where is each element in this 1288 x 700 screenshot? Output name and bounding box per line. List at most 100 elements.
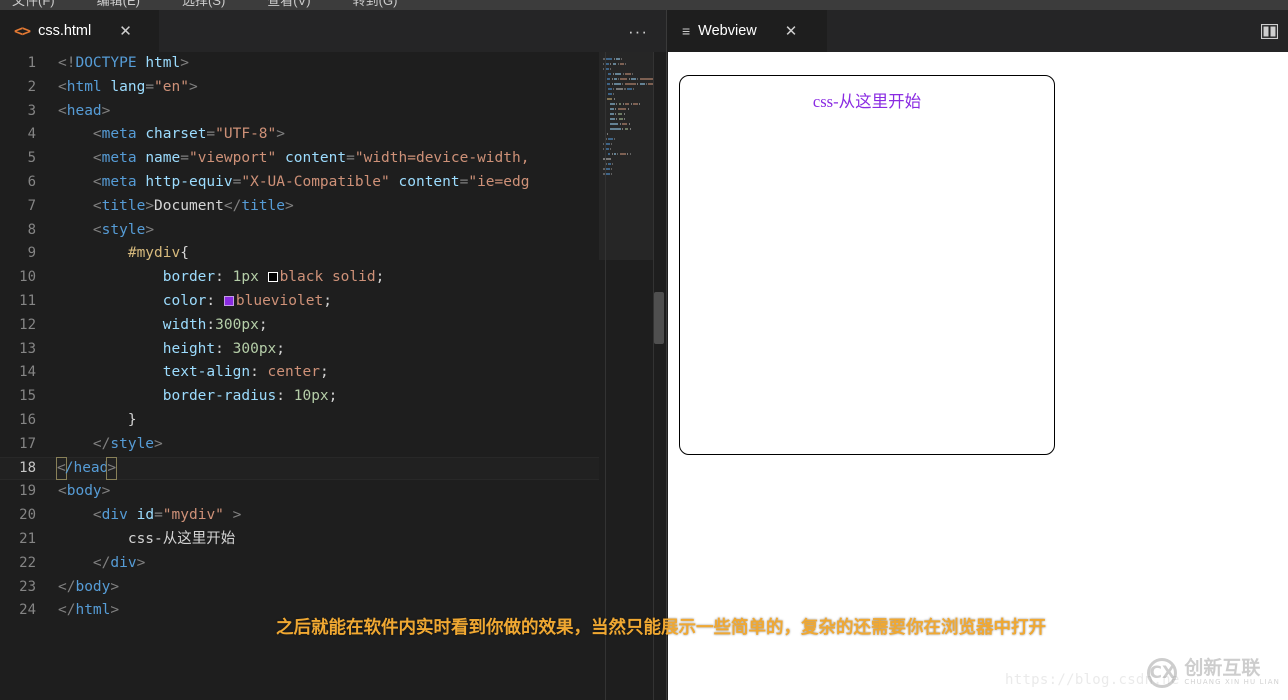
code-token: > <box>107 458 116 479</box>
split-editor-layout-icon[interactable] <box>1256 19 1282 43</box>
code-line[interactable]: 16 } <box>0 409 600 433</box>
menu-item-goto[interactable]: 转到(G) <box>347 0 404 7</box>
code-token: solid <box>332 269 376 285</box>
code-token: > <box>102 483 111 499</box>
tab-css-html[interactable]: <> css.html ✕ <box>0 10 160 52</box>
code-token: style <box>102 222 146 238</box>
more-actions-icon[interactable]: ··· <box>628 23 648 40</box>
line-number: 22 <box>0 552 58 576</box>
code-line[interactable]: 9 #mydiv{ <box>0 242 600 266</box>
code-token: = <box>346 150 355 166</box>
code-text: <body> <box>58 480 110 504</box>
menu-item-view[interactable]: 查看(V) <box>261 0 316 7</box>
code-text: <style> <box>58 219 154 243</box>
code-token: html <box>67 79 102 95</box>
minimap-slider[interactable] <box>599 52 653 260</box>
editor-group-right: ≡ Webview ✕ css-从这里开始 <box>668 10 1288 700</box>
line-number: 12 <box>0 314 58 338</box>
menu-item-edit[interactable]: 编辑(E) <box>91 0 146 7</box>
code-token: > <box>233 507 242 523</box>
line-number: 24 <box>0 599 58 623</box>
line-number: 2 <box>0 76 58 100</box>
code-token: < <box>93 222 102 238</box>
code-line[interactable]: 8 <style> <box>0 219 600 243</box>
code-line[interactable]: 5 <meta name="viewport" content="width=d… <box>0 147 600 171</box>
code-token: body <box>75 579 110 595</box>
code-line[interactable]: 22 </div> <box>0 552 600 576</box>
code-text: <html lang="en"> <box>58 76 198 100</box>
code-line[interactable]: 23</body> <box>0 576 600 600</box>
menu-bar: 文件(F) 编辑(E) 选择(S) 查看(V) 转到(G) <box>0 0 1288 10</box>
code-line[interactable]: 3<head> <box>0 100 600 124</box>
code-token: ; <box>276 341 285 357</box>
close-icon[interactable]: ✕ <box>785 24 798 39</box>
code-token <box>58 317 163 333</box>
code-token: 300px <box>233 341 277 357</box>
code-token <box>58 126 93 142</box>
code-text: } <box>58 409 137 433</box>
close-icon[interactable]: ✕ <box>119 24 132 39</box>
line-number: 5 <box>0 147 58 171</box>
code-line[interactable]: 6 <meta http-equiv="X-UA-Compatible" con… <box>0 171 600 195</box>
code-line[interactable]: 14 text-align: center; <box>0 361 600 385</box>
code-line[interactable]: 24</html> <box>0 599 600 623</box>
code-token: meta <box>102 174 137 190</box>
code-text: </div> <box>58 552 145 576</box>
code-token: > <box>189 79 198 95</box>
code-line[interactable]: 10 border: 1px black solid; <box>0 266 600 290</box>
line-number: 8 <box>0 219 58 243</box>
code-text: </head> <box>58 457 115 481</box>
editor-vertical-scrollbar[interactable] <box>654 292 664 344</box>
code-token: </ <box>93 436 110 452</box>
code-token: meta <box>102 126 137 142</box>
code-token: } <box>128 412 137 428</box>
code-line[interactable]: 11 color: blueviolet; <box>0 290 600 314</box>
code-token: div <box>102 507 128 523</box>
code-token: id <box>137 507 154 523</box>
code-token: ; <box>329 388 338 404</box>
code-line[interactable]: 13 height: 300px; <box>0 338 600 362</box>
code-token: "viewport" <box>189 150 276 166</box>
code-line[interactable]: 21 css-从这里开始 <box>0 528 600 552</box>
line-number: 6 <box>0 171 58 195</box>
code-line[interactable]: 2<html lang="en"> <box>0 76 600 100</box>
code-token: = <box>206 126 215 142</box>
menu-item-file[interactable]: 文件(F) <box>6 0 61 7</box>
code-token: : <box>215 341 232 357</box>
editor-right-border <box>653 52 654 700</box>
code-token <box>323 269 332 285</box>
tab-webview[interactable]: ≡ Webview ✕ <box>668 10 828 52</box>
line-number: 4 <box>0 123 58 147</box>
line-number: 17 <box>0 433 58 457</box>
line-number: 10 <box>0 266 58 290</box>
code-token: < <box>58 103 67 119</box>
webview-content[interactable]: css-从这里开始 <box>668 52 1288 700</box>
code-token: 300px <box>215 317 259 333</box>
code-line[interactable]: 15 border-radius: 10px; <box>0 385 600 409</box>
tab-label: Webview <box>698 23 757 39</box>
line-number: 3 <box>0 100 58 124</box>
menu-item-select[interactable]: 选择(S) <box>176 0 231 7</box>
code-token: border <box>163 269 215 285</box>
code-token: html <box>145 55 180 71</box>
code-line[interactable]: 1<!DOCTYPE html> <box>0 52 600 76</box>
code-line[interactable]: 20 <div id="mydiv" > <box>0 504 600 528</box>
line-number: 11 <box>0 290 58 314</box>
code-line[interactable]: 7 <title>Document</title> <box>0 195 600 219</box>
code-token: < <box>93 150 102 166</box>
code-line[interactable]: 17 </style> <box>0 433 600 457</box>
code-line[interactable]: 4 <meta charset="UTF-8"> <box>0 123 600 147</box>
code-token: black <box>280 269 324 285</box>
code-line[interactable]: 18</head> <box>0 457 600 481</box>
code-token: DOCTYPE <box>75 55 136 71</box>
code-token: = <box>180 150 189 166</box>
code-token <box>58 436 93 452</box>
code-line[interactable]: 19<body> <box>0 480 600 504</box>
overview-ruler[interactable] <box>653 52 666 700</box>
code-token: http-equiv <box>145 174 232 190</box>
code-lines[interactable]: 1<!DOCTYPE html>2<html lang="en">3<head>… <box>0 52 600 700</box>
code-line[interactable]: 12 width:300px; <box>0 314 600 338</box>
code-token: blueviolet <box>236 293 323 309</box>
code-token: 1px <box>233 269 259 285</box>
code-editor[interactable]: 1<!DOCTYPE html>2<html lang="en">3<head>… <box>0 52 666 700</box>
